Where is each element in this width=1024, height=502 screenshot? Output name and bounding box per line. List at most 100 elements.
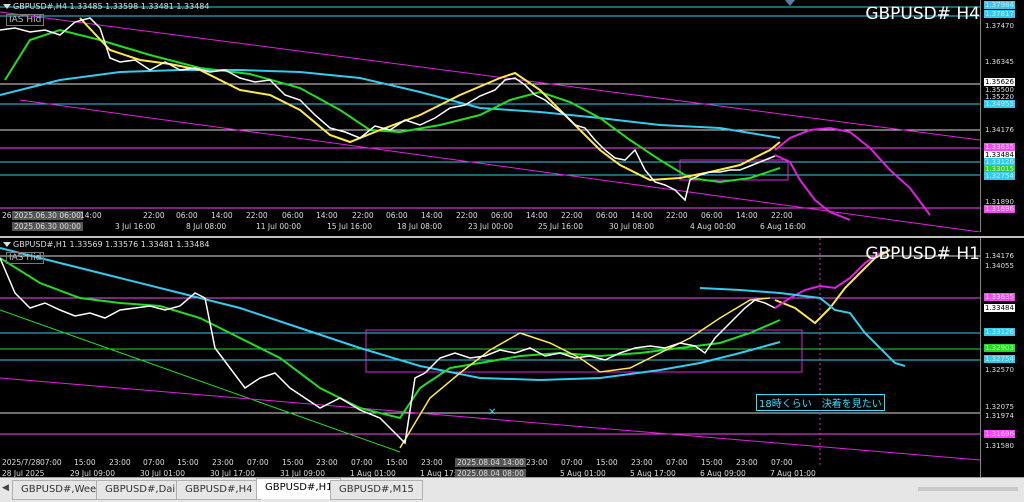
time-label: 14:00: [80, 211, 102, 220]
time-label: 06:00: [386, 211, 408, 220]
time-label: 6 Aug 16:00: [760, 222, 806, 231]
time-label: 22:00: [246, 211, 268, 220]
scroll-left-icon[interactable]: ◀: [2, 483, 9, 493]
h4-yellow-ma-line: [79, 17, 781, 182]
price-label: 1.32075: [985, 403, 1014, 411]
price-label: 1.34955: [984, 100, 1015, 108]
price-label: 1.34055: [985, 262, 1014, 270]
h1-chart-title: GBPUSD# H1: [865, 244, 980, 264]
crosshair-marker-icon: ✕: [488, 407, 496, 418]
chart-annotation-note[interactable]: 18時くらい 決着を見たい: [756, 394, 885, 411]
time-label: 23:00: [421, 458, 443, 467]
time-label: 07:00: [561, 458, 583, 467]
time-label: 15 Jul 16:00: [327, 222, 372, 231]
time-label: 22:00: [143, 211, 165, 220]
tab-m15[interactable]: GBPUSD#,M15: [330, 480, 423, 500]
h4-ohlc-readout: GBPUSD#,H4 1.33485 1.33598 1.33481 1.334…: [3, 2, 209, 11]
time-label: 11 Jul 00:00: [256, 222, 301, 231]
time-label: 23:00: [736, 458, 758, 467]
time-label: 3 Jul 16:00: [115, 222, 156, 231]
time-label: 18 Jul 08:00: [397, 222, 442, 231]
time-label: 07:00: [143, 458, 165, 467]
dropdown-triangle-icon[interactable]: [3, 4, 11, 9]
price-label: 1.31580: [985, 442, 1014, 450]
time-label: 14:00: [316, 211, 338, 220]
h1-ohlc-readout: GBPUSD#,H1 1.33569 1.33576 1.33481 1.334…: [3, 240, 209, 249]
time-label: 23:00: [109, 458, 131, 467]
time-label: 06:00: [282, 211, 304, 220]
time-label: 23:00: [316, 458, 338, 467]
h4-channel-lines: [0, 11, 980, 232]
chart-tab-bar: ◀ GBPUSD#,Weekly GBPUSD#,Daily GBPUSD#,H…: [0, 477, 1024, 502]
horizontal-scrollbar[interactable]: [918, 487, 1018, 491]
price-label: 1.37470: [985, 22, 1014, 30]
h4-chart-title: GBPUSD# H4: [865, 4, 980, 24]
price-label: 1.32754: [984, 172, 1015, 180]
time-label: 14:00: [211, 211, 233, 220]
h4-chart-pane[interactable]: GBPUSD#,H4 1.33485 1.33598 1.33481 1.334…: [0, 0, 1024, 232]
time-label: 23:00: [212, 458, 234, 467]
time-label: 23:00: [631, 458, 653, 467]
price-label: 1.34176: [985, 126, 1014, 134]
h4-indicator-label: IAS Hid: [6, 14, 45, 26]
price-label: 1.34176: [985, 252, 1014, 260]
time-label: 2025.06.30 00:00: [12, 222, 83, 231]
time-label: 23:00: [526, 458, 548, 467]
time-label: 4 Aug 00:00: [690, 222, 736, 231]
time-label: 2025/7/28: [2, 458, 41, 467]
time-label: 06:00: [491, 211, 513, 220]
h4-projection-curve: [774, 126, 931, 216]
time-label: 07:00: [40, 458, 62, 467]
channel-lower-line: [0, 377, 980, 461]
time-label: 14:00: [631, 211, 653, 220]
price-label: 1.33635: [984, 143, 1015, 151]
price-label: 1.33635: [984, 293, 1015, 301]
h1-projection-magenta: [774, 252, 881, 309]
price-label: 1.37817: [984, 10, 1015, 18]
time-label: 15:00: [701, 458, 723, 467]
h1-green-ma-line: [0, 257, 781, 420]
price-label: 1.36345: [985, 58, 1014, 66]
time-label: 15:00: [596, 458, 618, 467]
time-label: 07:00: [247, 458, 269, 467]
tab-h4[interactable]: GBPUSD#,H4: [176, 480, 262, 500]
price-label: 1.32570: [985, 366, 1014, 374]
channel-upper-line: [0, 11, 980, 141]
time-label: 15:00: [282, 458, 304, 467]
h4-chart-canvas[interactable]: [0, 0, 980, 232]
time-label: 2025.08.04 14:00: [455, 458, 526, 467]
time-label: 07:00: [351, 458, 373, 467]
time-label: 22:00: [561, 211, 583, 220]
h4-price-axis[interactable]: 1.37984 1.37817 1.37470 1.36345 1.35626 …: [980, 0, 1024, 232]
time-label: 30 Jul 08:00: [609, 222, 654, 231]
h4-period-marker-icon: [785, 0, 795, 6]
h1-indicator-label: IAS Hid: [6, 252, 45, 264]
time-label: 8 Jul 08:00: [186, 222, 227, 231]
price-label: 1.32754: [984, 355, 1015, 363]
time-label: 22:00: [771, 211, 793, 220]
time-label: 15:00: [386, 458, 408, 467]
time-label: 2025.06.30 06:00: [12, 211, 83, 220]
dropdown-triangle-icon[interactable]: [3, 242, 11, 247]
time-label: 06:00: [701, 211, 723, 220]
h1-chart-pane[interactable]: ✕ GBPUSD#,H1 1.33569 1.33576 1.33481 1.3…: [0, 236, 1024, 479]
time-label: 22:00: [456, 211, 478, 220]
price-label: 1.35626: [984, 78, 1015, 86]
time-label: 14:00: [421, 211, 443, 220]
price-label: 1.31696: [984, 205, 1015, 213]
price-label: 1.32903: [984, 344, 1015, 352]
time-label: 06:00: [176, 211, 198, 220]
time-label: 07:00: [666, 458, 688, 467]
h4-level-lines: [0, 6, 980, 209]
time-label: 14:00: [736, 211, 758, 220]
price-label: 1.31974: [985, 412, 1014, 420]
time-label: 23 Jul 00:00: [468, 222, 513, 231]
time-label: 14:00: [526, 211, 548, 220]
h1-price-axis[interactable]: 1.34176 1.34055 1.33635 1.33484 1.33126 …: [980, 238, 1024, 479]
time-label: 07:00: [771, 458, 793, 467]
green-trend-line: [0, 309, 401, 453]
price-label: 1.31696: [984, 430, 1015, 438]
h1-chart-canvas[interactable]: ✕: [0, 238, 980, 479]
tab-h1[interactable]: GBPUSD#,H1: [256, 478, 342, 499]
time-label: 25 Jul 16:00: [538, 222, 583, 231]
